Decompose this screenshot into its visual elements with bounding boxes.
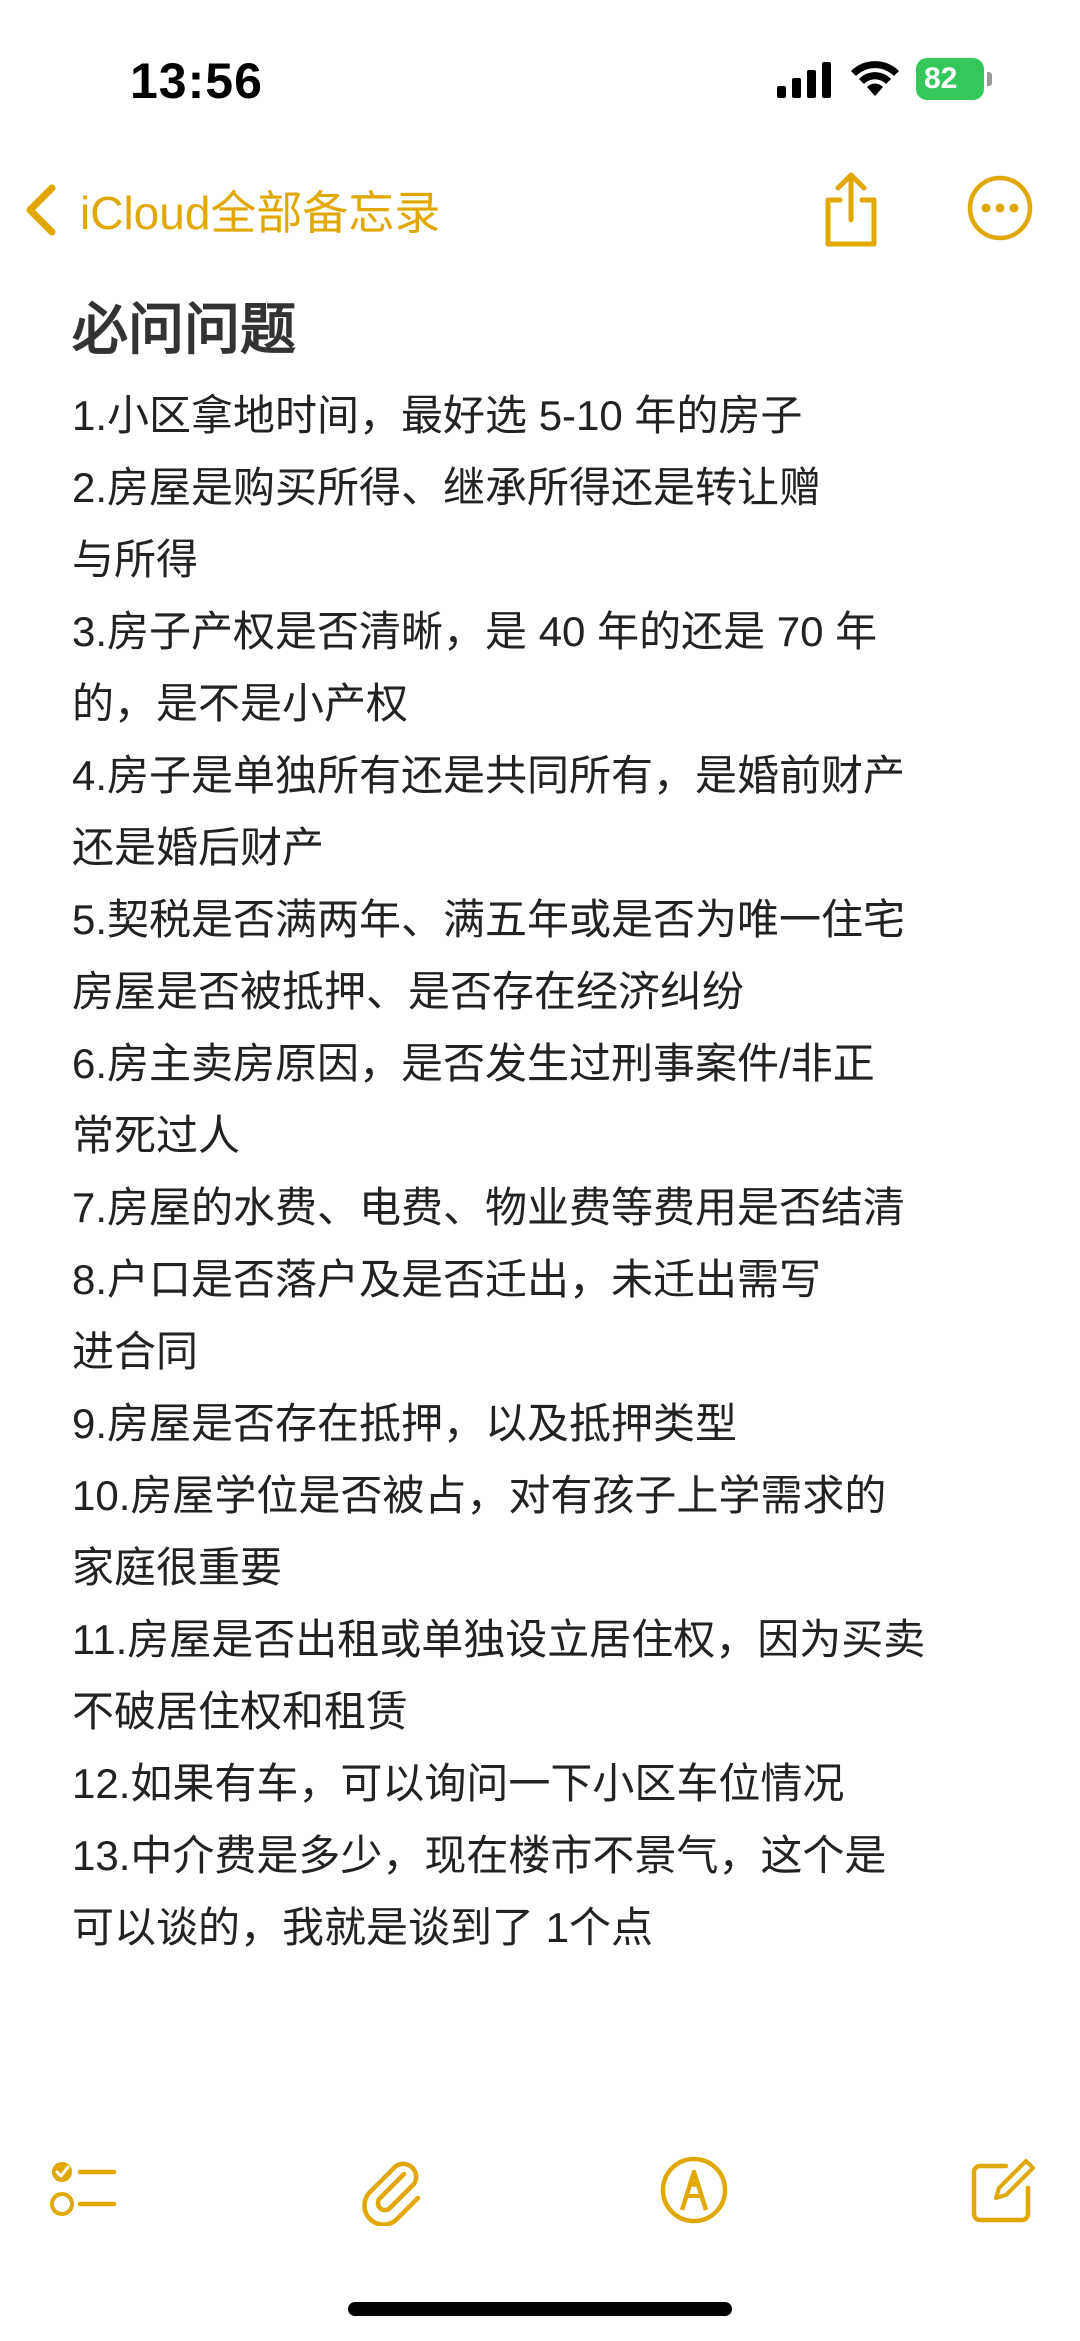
- chevron-left-icon: [26, 184, 56, 236]
- note-line: 8.户口是否落户及是否迁出，未迁出需写: [72, 1256, 822, 1303]
- checklist-icon[interactable]: [48, 2154, 120, 2226]
- back-label: iCloud全部备忘录: [80, 187, 441, 239]
- note-line: 7.房屋的水费、电费、物业费等费用是否结清: [72, 1184, 906, 1231]
- note-line: 4.房子是单独所有还是共同所有，是婚前财产: [72, 752, 906, 799]
- battery-level: 82: [916, 58, 984, 100]
- note-line: 2.房屋是购买所得、继承所得还是转让赠: [72, 464, 822, 511]
- note-line: 与所得: [72, 536, 199, 583]
- signal-icon: [777, 62, 831, 98]
- note-line: 还是婚后财产: [72, 824, 325, 871]
- battery-icon: 82: [916, 58, 994, 100]
- note-line: 的，是不是小产权: [72, 680, 409, 727]
- back-button[interactable]: iCloud全部备忘录: [22, 170, 440, 250]
- note-line: 12.如果有车，可以询问一下小区车位情况: [72, 1760, 845, 1807]
- note-line: 可以谈的，我就是谈到了 1个点: [72, 1904, 654, 1951]
- note-line: 5.契税是否满两年、满五年或是否为唯一住宅: [72, 896, 906, 943]
- note-line: 进合同: [72, 1328, 199, 1375]
- note-line: 9.房屋是否存在抵押，以及抵押类型: [72, 1400, 738, 1447]
- bottom-toolbar: [0, 2140, 1080, 2260]
- note-line: 3.房子产权是否清晰，是 40 年的还是 70 年: [72, 608, 878, 655]
- note-line: 房屋是否被抵押、是否存在经济纠纷: [72, 968, 745, 1015]
- status-time: 13:56: [130, 53, 263, 109]
- note-line: 10.房屋学位是否被占，对有孩子上学需求的: [72, 1472, 887, 1519]
- markup-icon[interactable]: [658, 2154, 730, 2226]
- note-line: 13.中介费是多少，现在楼市不景气，这个是: [72, 1832, 887, 1879]
- status-bar: 13:56 82: [0, 0, 1080, 160]
- battery-tip: [987, 72, 992, 86]
- note-line: 不破居住权和租赁: [72, 1688, 409, 1735]
- nav-bar: iCloud全部备忘录: [0, 160, 1080, 260]
- more-icon[interactable]: [966, 174, 1034, 242]
- note-line: 常死过人: [72, 1112, 241, 1159]
- note-title: 必问问题: [72, 298, 296, 361]
- note-line: 1.小区拿地时间，最好选 5-10 年的房子: [72, 392, 803, 439]
- share-icon[interactable]: [818, 170, 884, 250]
- paperclip-icon[interactable]: [356, 2154, 428, 2226]
- note-line: 6.房主卖房原因，是否发生过刑事案件/非正: [72, 1040, 875, 1087]
- compose-icon[interactable]: [966, 2154, 1038, 2226]
- home-indicator[interactable]: [348, 2302, 732, 2316]
- note-body[interactable]: 必问问题 1.小区拿地时间，最好选 5-10 年的房子 2.房屋是购买所得、继承…: [72, 290, 1022, 1964]
- note-line: 11.房屋是否出租或单独设立居住权，因为买卖: [72, 1616, 926, 1663]
- note-line: 家庭很重要: [72, 1544, 283, 1591]
- wifi-icon: [851, 61, 899, 96]
